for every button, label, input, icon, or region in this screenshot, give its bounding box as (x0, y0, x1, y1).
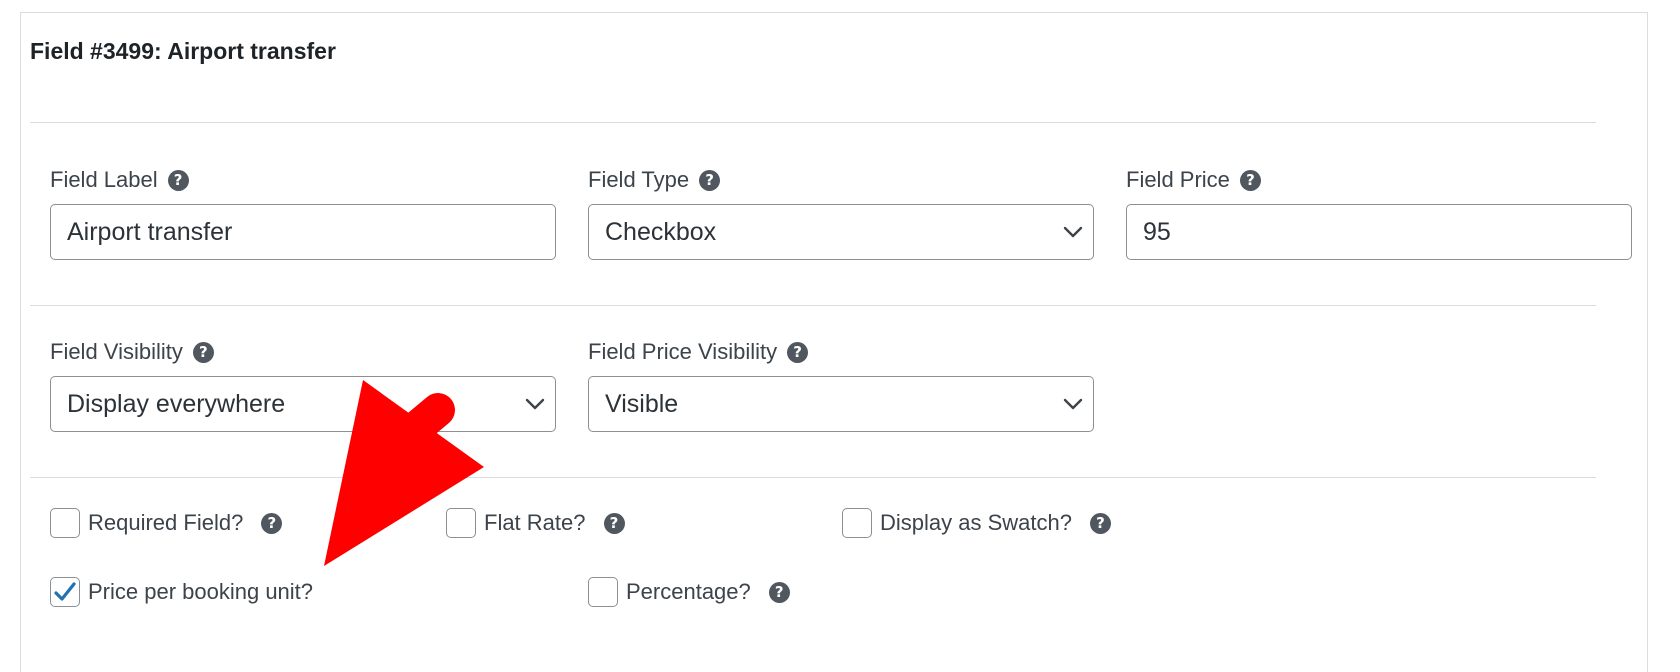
red-arrow-annotation (324, 380, 484, 566)
